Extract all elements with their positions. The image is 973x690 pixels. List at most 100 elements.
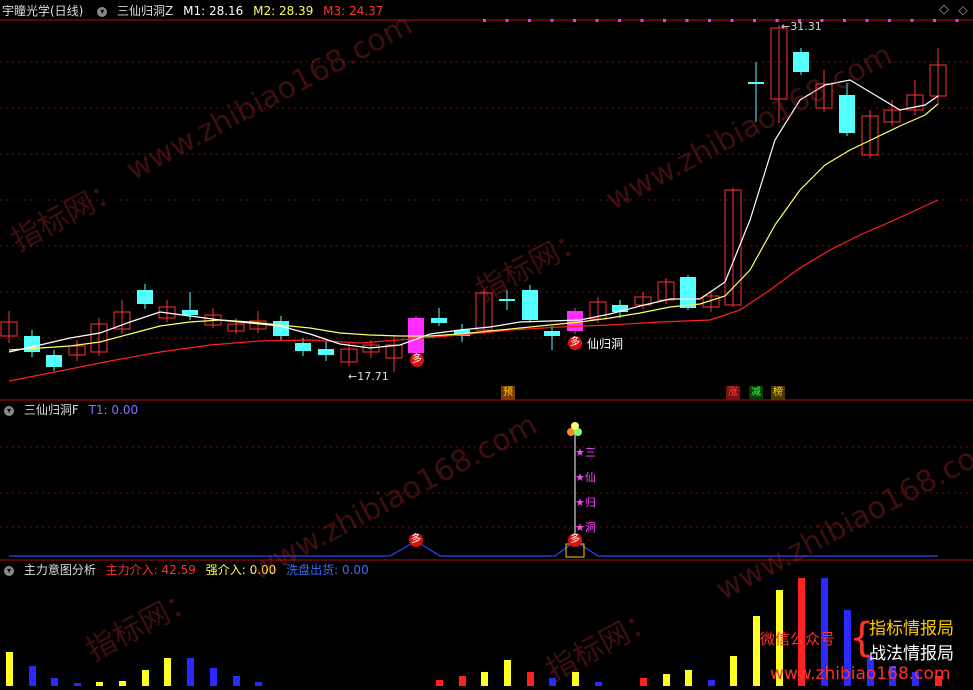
volume-bar [730,656,737,686]
candle-body [46,355,62,367]
marker-dot [640,19,644,22]
flower-icon [571,422,579,430]
marker-dot [933,19,936,22]
volume-bar [6,652,13,686]
marker-dot [730,19,734,22]
duo-badge: 多 [410,353,424,367]
tag-jian: 减 [749,386,763,400]
candle-body [793,52,809,72]
marker-dot [775,19,779,22]
v3-value: 洗盘出货: 0.00 [286,563,369,577]
stock-title[interactable]: 宇瞳光学(日线) [2,4,83,18]
main-panel-header: 宇瞳光学(日线) ▾ 三仙归洞Z M1: 28.16 M2: 28.39 M3:… [0,2,389,20]
chevron-down-icon[interactable]: ▾ [4,565,14,576]
volume-bar [96,682,103,686]
marker-dot [550,19,554,22]
candle-body [182,310,198,315]
mark-san: ★三 [575,446,596,459]
volume-bar [572,672,579,686]
chart-canvas[interactable] [0,0,973,690]
marker-dot [865,19,869,22]
panel3-header: ▾ 主力意图分析 主力介入: 42.59 强介入: 0.00 洗盘出货: 0.0… [0,561,375,579]
close-icon[interactable]: ◇ [956,3,970,17]
volume-bar [504,660,511,686]
v1-value: 主力介入: 42.59 [105,563,196,577]
marker-dot [528,19,531,22]
candle-body [24,336,40,352]
candle-body [522,290,538,320]
candle-body [499,299,515,301]
volume-bar [459,676,466,686]
duo-badge: 多 [409,533,423,547]
volume-bar [753,616,760,686]
candle-body [567,311,583,331]
tag-yu: 预 [501,386,515,400]
mark-gui: ★归 [575,496,596,509]
marker-dot [595,19,599,22]
panel3-title[interactable]: 主力意图分析 [24,563,96,577]
panel2-header: ▾ 三仙归洞F T1: 0.00 [0,401,144,419]
low-price-label: ←17.71 [348,370,389,383]
indicator-name[interactable]: 三仙归洞Z [117,4,173,18]
volume-bar [685,670,692,686]
signal-label: 仙归洞 [587,337,624,351]
candle-body [295,343,311,351]
candle-body [137,290,153,304]
volume-bar [549,678,556,686]
marker-dot [910,19,914,22]
promo-line1: 指标情报局 [869,619,954,639]
candle-body [839,95,855,133]
candle-body [680,277,696,308]
marker-dot [505,19,509,22]
marker-dot [618,19,621,22]
candle-body [431,318,447,323]
panel2-title[interactable]: 三仙归洞F [24,403,79,417]
volume-bar [527,672,534,686]
marker-dot [663,19,666,22]
mark-xian: ★仙 [575,471,596,484]
candle-body [748,82,764,84]
volume-bar [255,682,262,686]
volume-bar [51,678,58,686]
v2-value: 强介入: 0.00 [205,563,277,577]
candle-body [273,321,289,336]
volume-bar [481,672,488,686]
chevron-down-icon[interactable]: ▾ [97,6,108,17]
ma1-line [8,79,939,353]
volume-bar [119,681,126,686]
volume-bar [233,676,240,686]
volume-bar [29,666,36,686]
chevron-down-icon[interactable]: ▾ [4,405,14,416]
volume-bar [187,658,194,686]
marker-dot [843,19,846,22]
marker-dot [955,19,959,22]
marker-dot [483,19,486,22]
promo-url: www.zhibiao168.com [770,664,951,684]
candle-body [318,349,334,355]
volume-bar [210,668,217,686]
volume-bar [164,658,171,686]
m3-value: M3: 24.37 [323,4,384,18]
volume-bar [595,682,602,686]
mark-dong: ★洞 [575,521,596,534]
marker-dot [708,19,711,22]
volume-bar [640,678,647,686]
marker-dot [573,19,576,22]
volume-bar [708,680,715,686]
gear-icon[interactable]: ◇ [937,3,951,17]
high-price-label: ←31.31 [781,20,822,33]
marker-dot [888,19,891,22]
m1-value: M1: 28.16 [183,4,244,18]
m2-value: M2: 28.39 [253,4,314,18]
promo-brace-label: 微信公众号 [760,630,836,648]
promo-line2: 战法情报局 [869,644,954,664]
duo-badge: 多 [568,336,582,350]
volume-bar [663,674,670,686]
signal-line [9,540,938,557]
duo-badge: 多 [568,533,582,547]
volume-bar [436,680,443,686]
candle-body [544,331,560,336]
ma2-line [8,103,939,351]
marker-dot [685,19,689,22]
marker-dot [753,19,756,22]
